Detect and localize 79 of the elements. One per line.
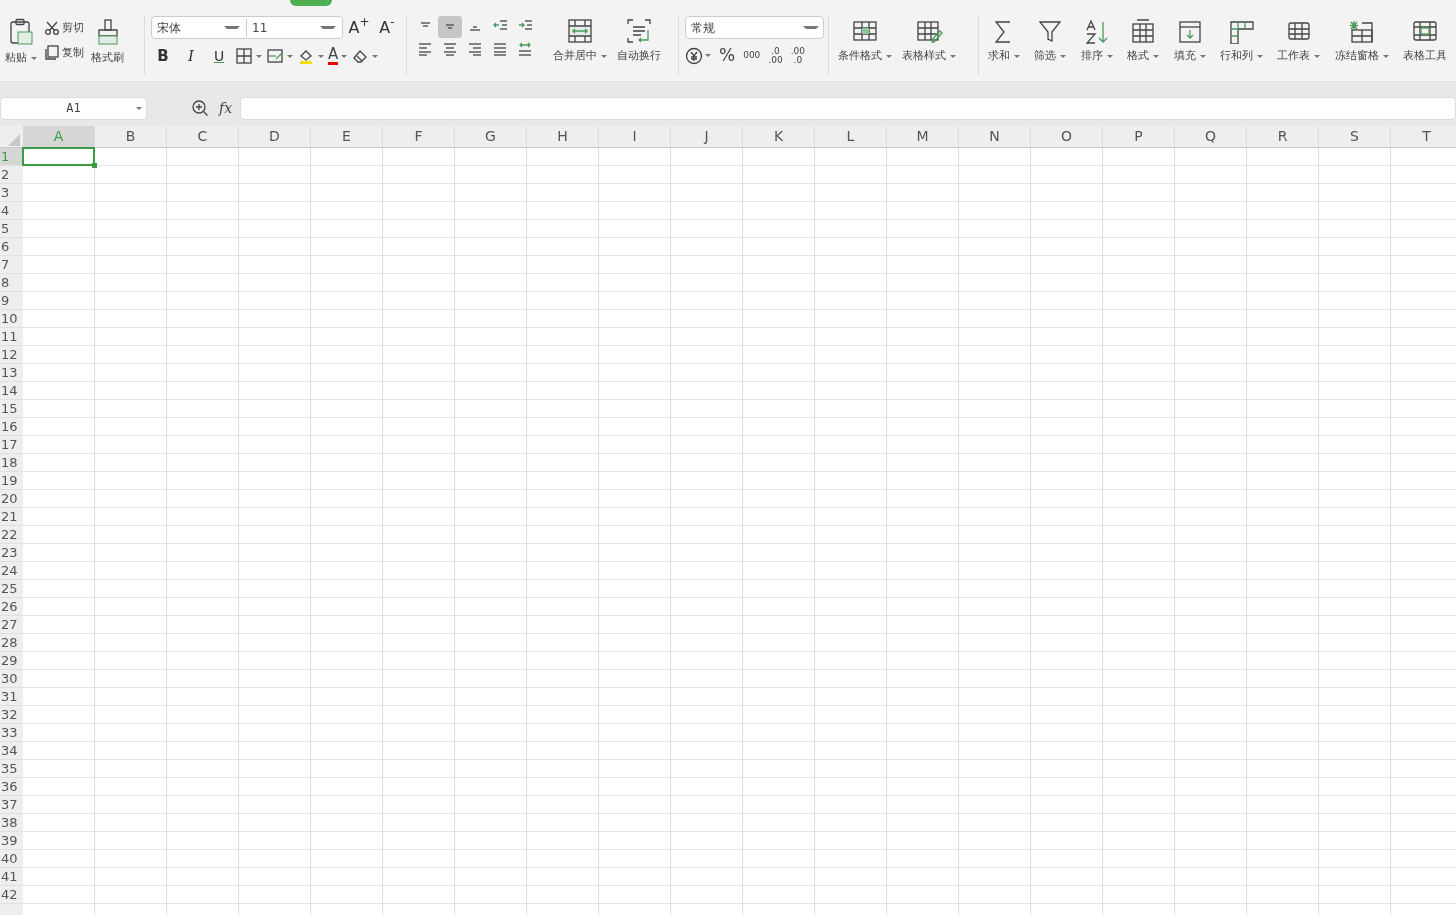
align-button[interactable]	[438, 16, 462, 38]
align-icon	[419, 21, 431, 27]
cell-style-icon[interactable]	[266, 47, 284, 65]
table-style-icon	[915, 18, 943, 44]
tool-button[interactable]: 排序	[1077, 16, 1116, 67]
tool-button[interactable]: 行和列	[1216, 16, 1266, 67]
tool-button[interactable]: 求和	[985, 16, 1023, 67]
tool-button[interactable]: 表格工具	[1400, 16, 1450, 67]
merge-cells-icon	[567, 18, 593, 44]
clipboard-icon	[8, 18, 34, 46]
table-tools-icon	[1411, 18, 1439, 44]
shrink-font-button[interactable]: A$^{-}$	[375, 16, 399, 39]
column-header[interactable]: C	[167, 126, 239, 147]
align-icon	[418, 43, 432, 56]
wrap-text-button[interactable]: 自动换行	[614, 16, 664, 67]
name-box[interactable]: A1	[0, 96, 147, 120]
column-header[interactable]: M	[887, 126, 959, 147]
column-header[interactable]: K	[743, 126, 815, 147]
font-color-button[interactable]: A	[328, 47, 339, 65]
tool-button[interactable]: 格式	[1124, 16, 1163, 67]
column-header[interactable]: I	[599, 126, 671, 147]
copy-icon	[44, 44, 60, 61]
align-icon	[518, 42, 532, 56]
scissors-icon	[44, 21, 60, 36]
brush-icon	[95, 18, 120, 46]
style-button[interactable]: 条件格式	[835, 16, 895, 67]
column-header[interactable]: J	[671, 126, 743, 147]
currency-icon[interactable]	[685, 46, 703, 65]
align-icon	[445, 23, 455, 29]
align-icon	[492, 19, 508, 30]
decrease-decimal-button[interactable]: .00 .0	[790, 46, 805, 65]
selected-cell[interactable]	[22, 147, 95, 166]
column-header[interactable]: O	[1031, 126, 1103, 147]
freeze-panes-icon	[1347, 18, 1376, 44]
format-painter-button[interactable]: 格式刷	[88, 16, 127, 69]
column-header[interactable]: E	[311, 126, 383, 147]
thousands-button[interactable]: 000	[743, 49, 761, 63]
fill-handle[interactable]	[92, 163, 97, 168]
conditional-format-icon	[851, 18, 879, 44]
style-button[interactable]: 表格样式	[899, 16, 959, 67]
zoom-icon[interactable]	[191, 99, 209, 117]
column-header[interactable]: H	[527, 126, 599, 147]
borders-icon[interactable]	[235, 47, 253, 65]
column-header[interactable]: P	[1103, 126, 1175, 147]
function-label[interactable]: fx	[219, 97, 233, 119]
align-icon	[517, 19, 533, 30]
column-header[interactable]: F	[383, 126, 455, 147]
grow-font-button[interactable]: A$^{+}$	[347, 16, 371, 39]
copy-button[interactable]: 复制	[44, 44, 84, 61]
column-header[interactable]: D	[239, 126, 311, 147]
cut-button[interactable]: 剪切	[44, 20, 84, 37]
rows-columns-icon	[1227, 18, 1256, 44]
column-header[interactable]: N	[959, 126, 1031, 147]
bold-button[interactable]: B	[151, 45, 175, 67]
number-format-dropdown[interactable]: 常规	[685, 16, 824, 39]
font-name-dropdown[interactable]: 宋体 11	[151, 16, 343, 39]
wrap-text-icon	[626, 18, 652, 44]
align-icon	[469, 25, 481, 31]
tool-button[interactable]: 工作表	[1274, 16, 1324, 67]
column-header[interactable]: S	[1319, 126, 1391, 147]
formula-input[interactable]	[240, 96, 1456, 120]
column-header[interactable]: Q	[1175, 126, 1247, 147]
tool-button[interactable]: 填充	[1170, 16, 1209, 67]
align-icon	[468, 43, 482, 56]
column-header[interactable]: L	[815, 126, 887, 147]
tool-button[interactable]: 冻结窗格	[1331, 16, 1392, 67]
align-icon	[493, 43, 507, 56]
paste-button[interactable]: 粘贴	[2, 16, 40, 69]
column-header[interactable]: R	[1247, 126, 1319, 147]
percent-button[interactable]: %	[719, 43, 736, 69]
tool-button[interactable]: 筛选	[1031, 16, 1070, 67]
underline-button[interactable]: U	[207, 45, 231, 67]
column-header[interactable]: G	[455, 126, 527, 147]
column-header[interactable]: T	[1391, 126, 1456, 147]
increase-decimal-button[interactable]: .0 .00	[768, 46, 783, 65]
italic-button[interactable]: I	[179, 45, 203, 67]
merge-center-button[interactable]: 合并居中	[550, 16, 610, 67]
align-icon	[443, 43, 457, 56]
column-header[interactable]: B	[95, 126, 167, 147]
